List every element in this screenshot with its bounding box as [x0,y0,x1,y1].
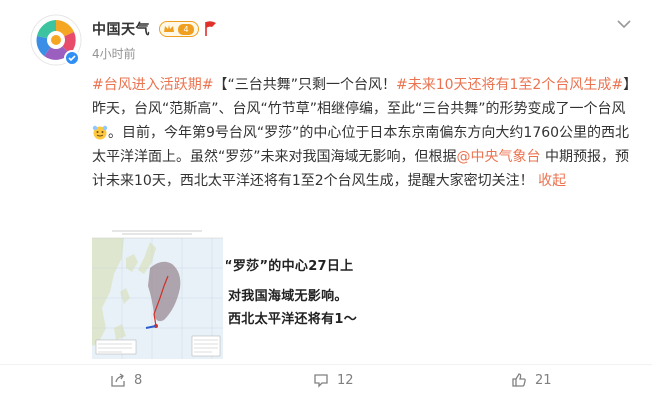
comment-icon [314,374,328,388]
thumbs-up-icon [512,373,526,387]
verified-badge-icon [64,50,80,66]
post-text-segment: 【“三台共舞”只剩一个台风！ [213,77,396,93]
mention-link[interactable]: @中央气象台 [457,149,541,165]
vip-badge[interactable]: 4 [159,21,199,37]
hashtag-link[interactable]: #台风进入活跃期# [92,77,213,93]
like-button[interactable]: 21 [511,370,552,390]
comment-button[interactable]: 12 [313,370,354,390]
image-text-line: 对我国海域无影响。 [228,289,348,304]
comment-count: 12 [337,372,354,388]
author-name[interactable]: 中国天气 [92,19,150,39]
flag-icon[interactable] [203,20,219,38]
repost-count: 8 [134,372,143,388]
post-text: #台风进入活跃期#【“三台共舞”只剩一个台风！#未来10天还将有1至2个台风生成… [92,73,640,193]
collapse-link[interactable]: 收起 [538,173,566,189]
vip-level: 4 [178,24,194,35]
image-text-line: 西北太平洋还将有1～ [228,312,358,327]
like-count: 21 [535,372,552,388]
repost-button[interactable]: 8 [110,370,142,390]
text-card-image[interactable]: “罗莎”的中心27日上 对我国海域无影响。 西北太平洋还将有1～ [226,228,359,359]
typhoon-track-map-image[interactable] [92,228,223,359]
weibo-post-card: 中国天气 4 4小时前 #台风进入活跃期#【“三台共舞”只剩一个台风！#未来10… [0,0,652,404]
chevron-down-icon[interactable] [616,18,632,30]
footer-divider [0,364,652,365]
crown-icon [164,25,174,32]
post-timestamp[interactable]: 4小时前 [92,45,136,62]
repost-icon [111,373,125,387]
image-text-line: “罗莎”的中心27日上 [226,259,354,274]
emoji-icon [92,125,108,140]
hashtag-link[interactable]: #未来10天还将有1至2个台风生成# [396,77,623,93]
